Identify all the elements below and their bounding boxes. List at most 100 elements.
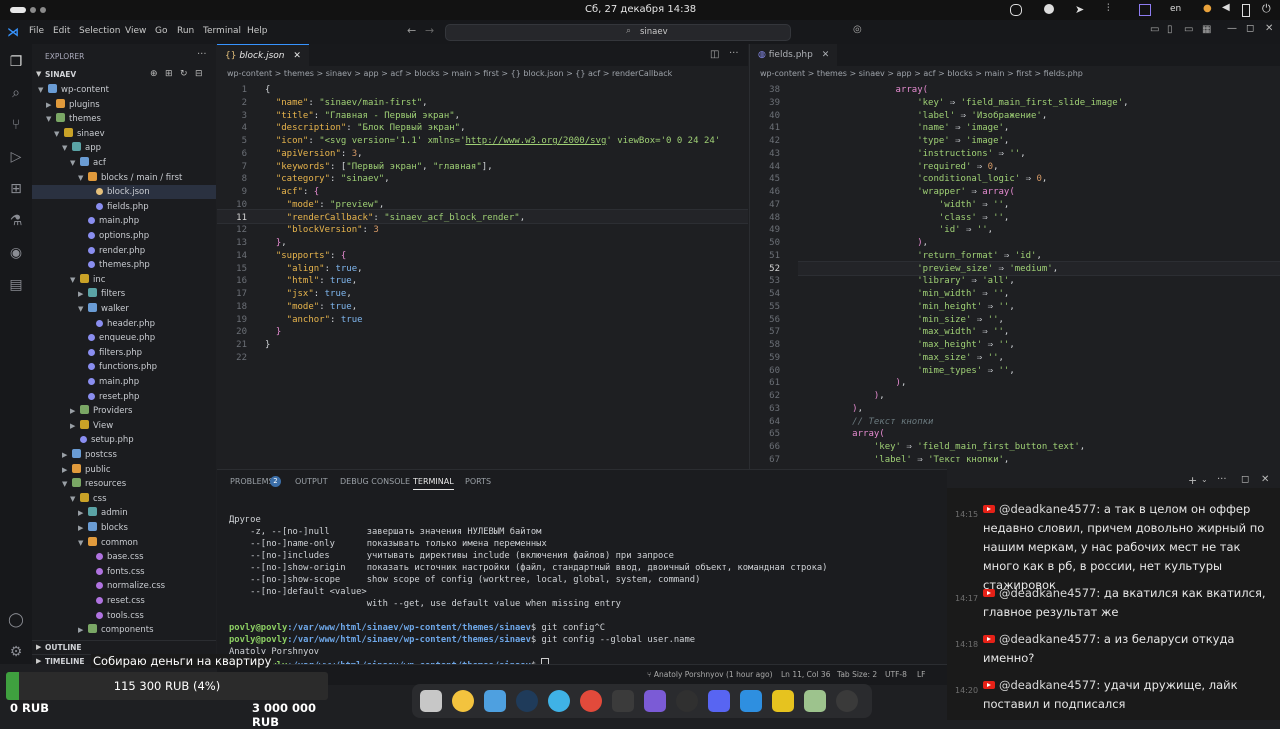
menu-selection[interactable]: Selection (79, 26, 120, 36)
tab-debug-console[interactable]: DEBUG CONSOLE (340, 477, 410, 486)
workspace-dot[interactable] (40, 7, 46, 13)
extensions-icon[interactable]: ⊞ (7, 180, 25, 198)
source-control-icon[interactable]: ⑂ (7, 116, 25, 134)
tree-folder[interactable]: ▶ filters (32, 287, 216, 301)
obs-icon[interactable] (676, 690, 698, 712)
menu-edit[interactable]: Edit (53, 26, 70, 36)
tree-folder[interactable]: ▶ plugins (32, 98, 216, 112)
tab-terminal[interactable]: TERMINAL (413, 477, 454, 490)
tree-folder[interactable]: ▼ app (32, 141, 216, 155)
editor-more-icon[interactable]: ··· (729, 48, 739, 59)
collapse-all-icon[interactable]: ⊟ (195, 69, 203, 79)
close-tab-icon[interactable]: ✕ (822, 50, 830, 60)
search-icon[interactable]: ⌕ (7, 84, 25, 102)
remote-explorer-icon[interactable]: ◉ (7, 244, 25, 262)
trash-icon[interactable] (804, 690, 826, 712)
volume-icon[interactable]: ◀ (1222, 2, 1230, 13)
tree-file[interactable]: functions.php (32, 360, 216, 374)
tree-folder[interactable]: ▼ blocks / main / first (32, 171, 216, 185)
tree-file[interactable]: options.php (32, 229, 216, 243)
bitwarden-icon[interactable] (772, 690, 794, 712)
back-arrow-icon[interactable]: ← (407, 24, 416, 37)
discord-icon[interactable] (708, 690, 730, 712)
tree-file[interactable]: filters.php (32, 346, 216, 360)
tree-file[interactable]: main.php (32, 375, 216, 389)
tree-folder[interactable]: ▶ components (32, 623, 216, 637)
tree-file[interactable]: setup.php (32, 433, 216, 447)
explorer-more-icon[interactable]: ··· (197, 49, 207, 60)
battery-icon[interactable] (1242, 4, 1250, 17)
encoding[interactable]: UTF-8 (885, 670, 907, 679)
tree-file[interactable]: tools.css (32, 609, 216, 623)
panel-more-icon[interactable]: ··· (1217, 474, 1227, 485)
tree-file[interactable]: enqueue.php (32, 331, 216, 345)
tree-file[interactable]: normalize.css (32, 579, 216, 593)
new-terminal-icon[interactable]: + (1188, 474, 1197, 487)
git-blame[interactable]: ⑂ Anatoly Porshnyov (1 hour ago) (647, 670, 773, 679)
telegram-tray-icon[interactable]: ➤ (1075, 3, 1084, 16)
tree-folder[interactable]: ▶ public (32, 463, 216, 477)
tree-file[interactable]: base.css (32, 550, 216, 564)
close-panel-icon[interactable]: ✕ (1261, 474, 1269, 485)
layout-panel-icon[interactable]: ▭ (1150, 24, 1159, 35)
workspace-dot[interactable] (30, 7, 36, 13)
account-icon[interactable]: ◯ (7, 611, 25, 629)
minimize-icon[interactable]: — (1227, 23, 1237, 34)
chrome-icon[interactable] (580, 690, 602, 712)
power-icon[interactable]: ⏻ (1262, 2, 1271, 16)
docker-icon[interactable]: ▤ (7, 276, 25, 294)
tree-folder[interactable]: ▼ acf (32, 156, 216, 170)
tree-file[interactable]: block.json (32, 185, 216, 200)
copilot-icon[interactable]: ◎ (853, 24, 862, 35)
tree-folder[interactable]: ▼ sinaev (32, 127, 216, 141)
tree-folder[interactable]: ▶ Providers (32, 404, 216, 418)
telegram-icon[interactable] (548, 690, 570, 712)
breadcrumb[interactable]: wp-content > themes > sinaev > app > acf… (760, 69, 1083, 78)
tree-file[interactable]: reset.php (32, 390, 216, 404)
layout-bottom-icon[interactable]: ▭ (1184, 24, 1193, 35)
testing-icon[interactable]: ⚗ (7, 212, 25, 230)
tree-folder[interactable]: ▼ css (32, 492, 216, 506)
menu-file[interactable]: File (29, 26, 44, 36)
tab-problems[interactable]: PROBLEMS (230, 477, 274, 486)
tab-output[interactable]: OUTPUT (295, 477, 328, 486)
app-grid-icon[interactable] (836, 690, 858, 712)
tree-folder[interactable]: ▼ themes (32, 112, 216, 126)
files-icon[interactable] (420, 690, 442, 712)
terminal-icon[interactable] (612, 690, 634, 712)
refresh-icon[interactable]: ↻ (180, 69, 188, 79)
new-folder-icon[interactable]: ⊞ (165, 69, 173, 79)
tab-block-json[interactable]: {} block.json ✕ (217, 44, 309, 67)
project-section-header[interactable]: ▼ SINAEV ⊕ ⊞ ↻ ⊟ (32, 69, 216, 83)
layout-sidebar-icon[interactable]: ▯ (1167, 24, 1173, 35)
menu-go[interactable]: Go (155, 26, 167, 36)
maximize-panel-icon[interactable]: ◻ (1241, 474, 1249, 485)
tree-folder[interactable]: ▶ postcss (32, 448, 216, 462)
explorer-icon[interactable]: ❐ (7, 53, 25, 71)
menu-run[interactable]: Run (177, 26, 194, 36)
command-center-search[interactable]: ⌕ sinaev (445, 24, 791, 41)
tree-file[interactable]: fonts.css (32, 565, 216, 579)
tree-folder[interactable]: ▼ common (32, 536, 216, 550)
tree-folder[interactable]: ▼ walker (32, 302, 216, 316)
tree-file[interactable]: main.php (32, 214, 216, 228)
tab-fields-php[interactable]: ◍ fields.php ✕ (750, 44, 838, 66)
tree-folder[interactable]: ▶ blocks (32, 521, 216, 535)
menu-terminal[interactable]: Terminal (203, 26, 241, 36)
eol[interactable]: LF (917, 670, 926, 679)
tree-folder[interactable]: ▼ inc (32, 273, 216, 287)
terminal-output[interactable]: Другое -z, --[no-]null завершать значени… (217, 514, 947, 671)
workspace-indicator[interactable] (10, 7, 26, 13)
calendar-tray-icon[interactable] (1139, 4, 1151, 16)
sliders-tray-icon[interactable]: ⫶ (1107, 3, 1110, 14)
cursor-position[interactable]: Ln 11, Col 36 (781, 670, 830, 679)
maximize-icon[interactable]: ◻ (1246, 23, 1254, 34)
vscode-icon[interactable] (740, 690, 762, 712)
tree-file[interactable]: render.php (32, 244, 216, 258)
tree-folder[interactable]: ▶ admin (32, 506, 216, 520)
close-tab-icon[interactable]: ✕ (293, 51, 301, 61)
tab-size[interactable]: Tab Size: 2 (837, 670, 877, 679)
steam-tray-icon[interactable] (1010, 4, 1022, 16)
menu-help[interactable]: Help (247, 26, 268, 36)
breadcrumb[interactable]: wp-content > themes > sinaev > app > acf… (227, 69, 672, 78)
